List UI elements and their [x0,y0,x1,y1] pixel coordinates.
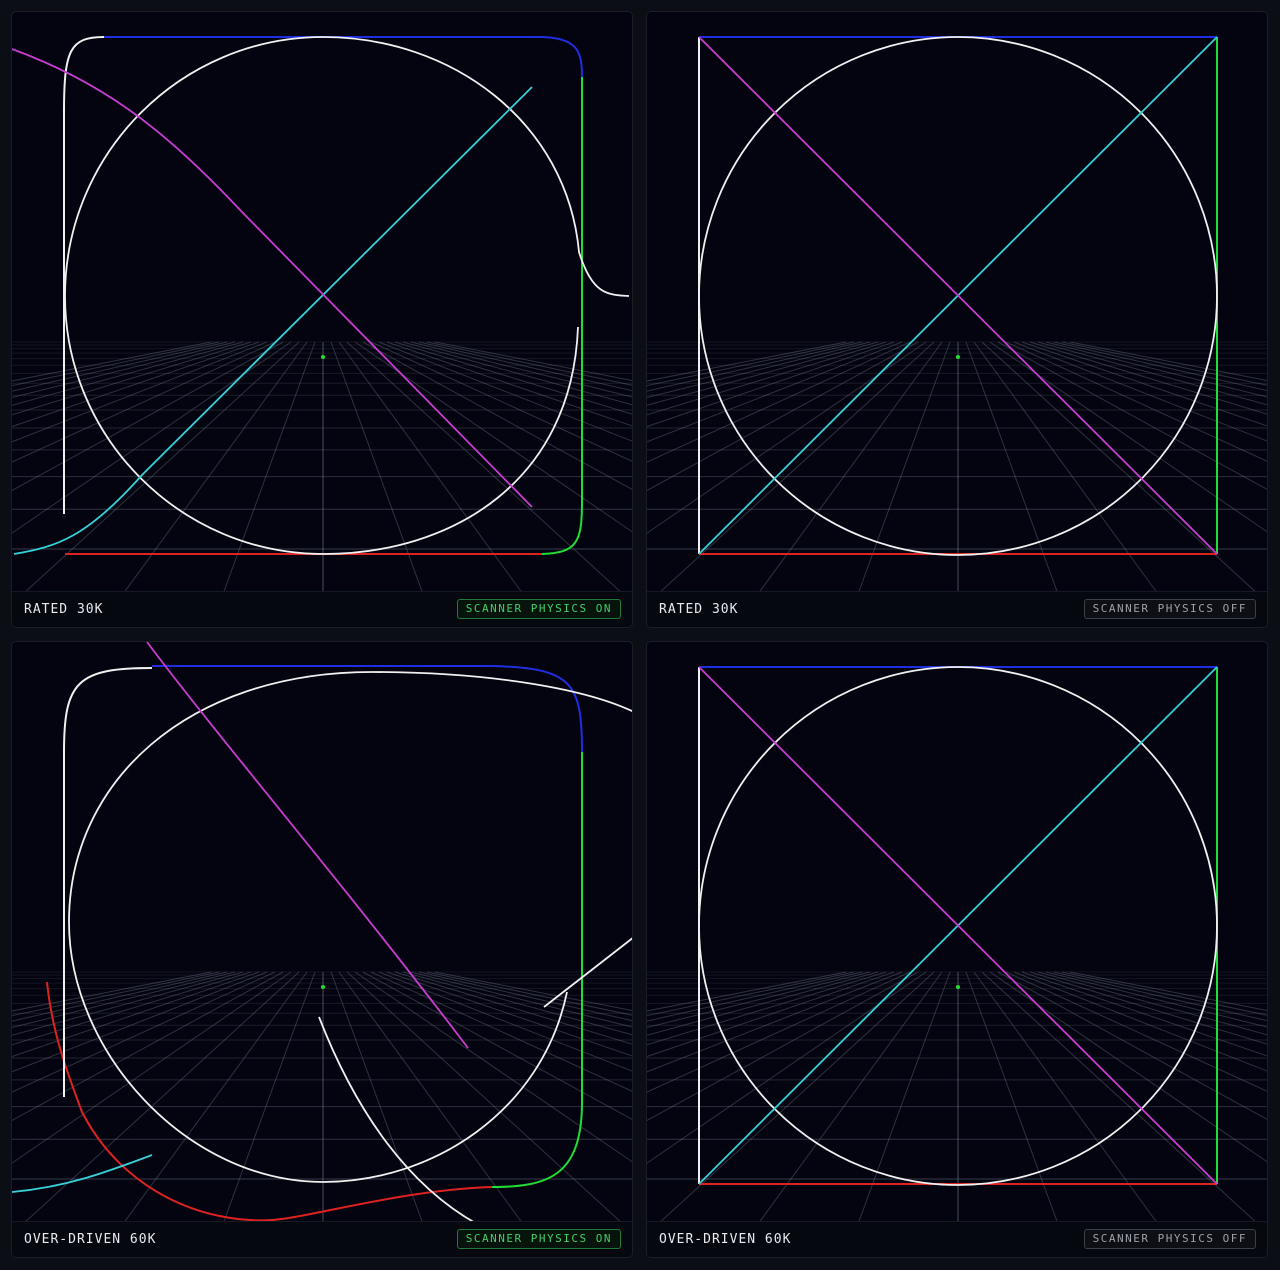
grid-line [989,971,1267,1163]
grid-line [647,341,855,387]
grid-line [434,341,632,382]
perspective-grid [12,971,632,1224]
grid-line [410,341,632,398]
laser-panel-rated-physics-on: RATED 30K SCANNER PHYSICS ON [11,11,633,628]
circle-trace-bottom [318,1016,478,1224]
grid-line [647,341,871,399]
diagonal-main-trace [13,86,533,555]
grid-line [1045,971,1267,1028]
grid-line [330,971,424,1224]
grid-line [647,971,895,1058]
grid-line [857,341,951,594]
grid-line [1053,971,1267,1022]
grid-line [647,341,903,443]
top-edge-trace [104,36,583,78]
scanner-physics-toggle[interactable]: SCANNER PHYSICS OFF [1083,599,1256,619]
grid-line [1013,341,1267,442]
laser-preview-canvas [647,36,1267,594]
panel-footer: RATED 30K SCANNER PHYSICS OFF [647,591,1267,627]
panel-title: RATED 30K [659,602,739,617]
bottom-edge-trace [46,981,493,1222]
grid-line [1013,971,1267,1072]
laser-panel-overdriven-physics-off: OVER-DRIVEN 60K SCANNER PHYSICS OFF [646,641,1268,1258]
grid-line [1021,971,1267,1057]
laser-panel-rated-physics-off: RATED 30K SCANNER PHYSICS OFF [646,11,1268,628]
left-edge-trace [63,667,153,1097]
grid-line [330,341,424,594]
grid-line [426,971,632,1016]
panel-title: OVER-DRIVEN 60K [659,1232,792,1247]
diagonal-anti-trace [12,48,533,508]
right-edge-trace [541,77,583,555]
scanner-physics-toggle[interactable]: SCANNER PHYSICS ON [456,1229,621,1249]
laser-preview-canvas [12,642,632,1224]
diagonal-anti-trace [146,642,469,1049]
perspective-grid [647,341,1267,594]
grid-line [12,341,236,399]
circle-trace [68,671,632,1183]
grid-line [647,341,895,428]
grid-line [989,341,1267,533]
grid-line [434,971,632,1012]
grid-line [965,971,1059,1224]
grid-line [418,341,632,392]
left-edge-trace [63,36,105,514]
grid-line [1021,341,1267,427]
grid-line [1053,341,1267,392]
grid-line [647,971,863,1022]
grid-line [12,341,260,428]
grid-line [647,971,871,1029]
laser-preview-canvas [12,36,632,594]
grid-line [1045,341,1267,398]
laser-panel-overdriven-physics-on: OVER-DRIVEN 60K SCANNER PHYSICS ON [11,641,633,1258]
grid-line [12,971,228,1022]
scanner-physics-toggle[interactable]: SCANNER PHYSICS OFF [1083,1229,1256,1249]
panel-title: OVER-DRIVEN 60K [24,1232,157,1247]
grid-line [378,341,632,442]
center-dot-icon [956,985,960,989]
panel-title: RATED 30K [24,602,104,617]
grid-line [1069,341,1267,382]
grid-line [12,971,236,1029]
grid-line [418,971,632,1022]
grid-line [647,971,903,1073]
right-edge-trace [491,752,583,1188]
center-dot-icon [321,985,325,989]
perspective-grid [12,341,632,594]
grid-line [386,341,632,427]
grid-line [12,341,220,387]
panel-footer: OVER-DRIVEN 60K SCANNER PHYSICS ON [12,1221,632,1257]
top-edge-trace [152,665,583,753]
laser-preview-canvas [647,666,1267,1224]
center-dot-icon [956,355,960,359]
grid-line [1069,971,1267,1012]
grid-line [12,341,228,392]
grid-line [647,971,855,1017]
grid-line [1061,971,1267,1016]
panel-footer: OVER-DRIVEN 60K SCANNER PHYSICS OFF [647,1221,1267,1257]
panel-footer: RATED 30K SCANNER PHYSICS ON [12,591,632,627]
grid-line [426,341,632,386]
center-dot-icon [321,355,325,359]
grid-line [965,341,1059,594]
grid-line [12,341,268,443]
grid-line [857,971,951,1224]
grid-line [647,341,863,392]
grid-line [12,971,220,1017]
scanner-physics-toggle[interactable]: SCANNER PHYSICS ON [456,599,621,619]
grid-line [222,971,316,1224]
perspective-grid [647,971,1267,1224]
grid-line [1061,341,1267,386]
